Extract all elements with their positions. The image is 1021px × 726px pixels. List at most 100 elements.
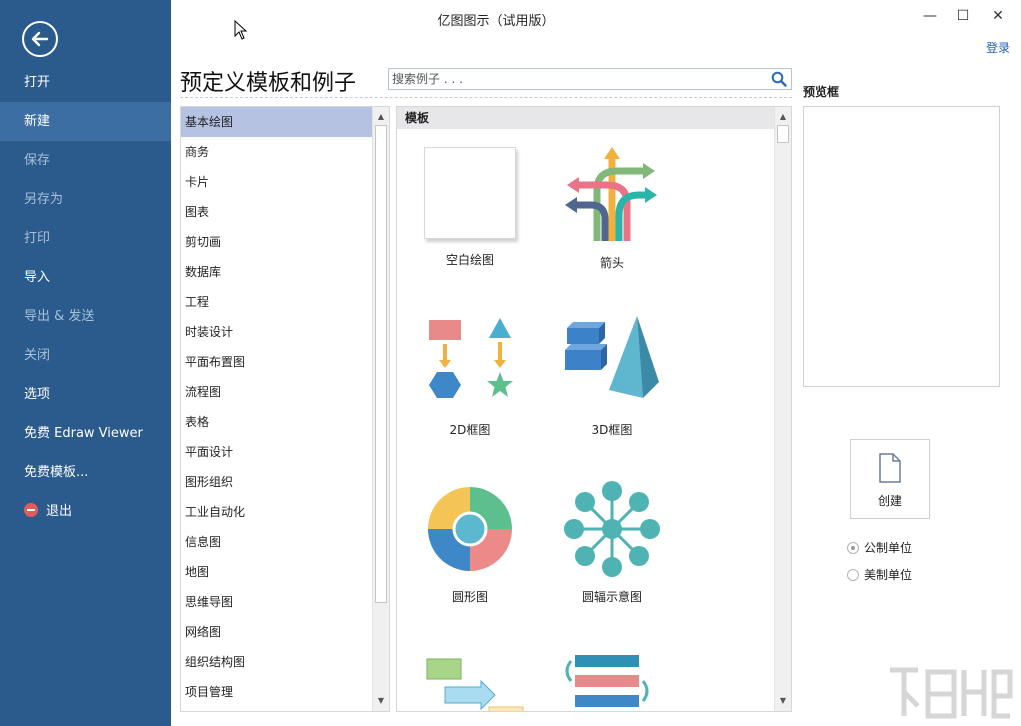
category-item[interactable]: 信息图 [181, 527, 373, 557]
radial-diagram-icon [547, 479, 677, 579]
menu-import-label: 导入 [24, 270, 50, 285]
scroll-thumb[interactable] [777, 125, 789, 143]
template-scrollbar[interactable]: ▲ ▼ [774, 107, 791, 711]
close-button[interactable]: ✕ [985, 6, 1011, 26]
template-label: 2D框图 [405, 421, 535, 438]
scroll-down-icon[interactable]: ▼ [775, 693, 791, 709]
menu-open-label: 打开 [24, 75, 50, 90]
category-item[interactable]: 表格 [181, 407, 373, 437]
login-link[interactable]: 登录 [986, 39, 1010, 56]
exit-icon [24, 503, 38, 517]
template-header: 模板 [397, 107, 775, 129]
template-arrows[interactable]: 箭头 [547, 145, 677, 271]
circular-diagram-icon [405, 479, 535, 579]
metric-units-label: 公制单位 [864, 541, 912, 555]
create-label: 创建 [851, 492, 929, 509]
radio-unchecked-icon[interactable] [847, 569, 859, 581]
menu-import[interactable]: 导入 [0, 258, 171, 297]
menu-close-label: 关闭 [24, 348, 50, 363]
category-item[interactable]: 基本绘图 [181, 107, 373, 137]
3d-block-diagram-icon [547, 312, 677, 412]
menu-close[interactable]: 关闭 [0, 336, 171, 375]
category-scrollbar[interactable]: ▲ ▼ [372, 107, 389, 711]
menu-save-as[interactable]: 另存为 [0, 180, 171, 219]
menu-exit[interactable]: 退出 [0, 492, 171, 531]
category-item[interactable]: 数据库 [181, 257, 373, 287]
template-list-block[interactable] [547, 647, 677, 712]
menu-export-send[interactable]: 导出 & 发送 [0, 297, 171, 336]
category-item[interactable]: 平面设计 [181, 437, 373, 467]
category-item[interactable]: 工业自动化 [181, 497, 373, 527]
create-button[interactable]: 创建 [850, 439, 930, 519]
category-item[interactable]: 流程图 [181, 377, 373, 407]
category-item[interactable]: 网络图 [181, 617, 373, 647]
template-flow-block[interactable] [405, 647, 535, 712]
category-list: 基本绘图 商务 卡片 图表 剪切画 数据库 工程 时装设计 平面布置图 流程图 … [180, 106, 390, 712]
template-label: 3D框图 [547, 421, 677, 438]
category-item[interactable]: 思维导图 [181, 587, 373, 617]
menu-save-as-label: 另存为 [24, 192, 63, 207]
backstage-menu: 打开 新建 保存 另存为 打印 导入 导出 & 发送 关闭 选项 免费 Edra… [0, 63, 171, 531]
mouse-cursor-icon [234, 20, 248, 40]
search-box [388, 68, 792, 90]
category-item[interactable]: 地图 [181, 557, 373, 587]
menu-new-label: 新建 [24, 114, 50, 129]
category-item[interactable]: 商务 [181, 137, 373, 167]
template-3d-block[interactable]: 3D框图 [547, 312, 677, 438]
menu-print[interactable]: 打印 [0, 219, 171, 258]
template-circular[interactable]: 圆形图 [405, 479, 535, 605]
us-units-label: 美制单位 [864, 568, 912, 582]
search-input[interactable] [389, 69, 759, 89]
template-blank[interactable]: 空白绘图 [405, 145, 535, 268]
template-radial[interactable]: 圆辐示意图 [547, 479, 677, 605]
menu-open[interactable]: 打开 [0, 63, 171, 102]
us-units-option[interactable]: 美制单位 [847, 566, 912, 583]
menu-export-send-label: 导出 & 发送 [24, 309, 94, 324]
preview-box [803, 106, 1000, 387]
category-item[interactable]: 剪切画 [181, 227, 373, 257]
blank-drawing-icon [405, 145, 535, 245]
menu-print-label: 打印 [24, 231, 50, 246]
category-item[interactable]: 组织结构图 [181, 647, 373, 677]
menu-exit-label: 退出 [46, 504, 72, 519]
menu-save-label: 保存 [24, 153, 50, 168]
title-bar: 亿图图示（试用版） — ☐ ✕ [171, 0, 1021, 36]
scroll-down-icon[interactable]: ▼ [373, 693, 389, 709]
radio-checked-icon[interactable] [847, 542, 859, 554]
list-block-icon [547, 647, 677, 712]
2d-block-diagram-icon [405, 312, 535, 412]
page-title: 预定义模板和例子 [180, 65, 356, 97]
menu-options-label: 选项 [24, 387, 50, 402]
search-icon[interactable] [771, 71, 787, 87]
scroll-up-icon[interactable]: ▲ [775, 109, 791, 125]
maximize-button[interactable]: ☐ [950, 6, 976, 26]
template-label: 圆形图 [405, 588, 535, 605]
menu-options[interactable]: 选项 [0, 375, 171, 414]
menu-free-templates-label: 免费模板... [24, 465, 88, 480]
scroll-up-icon[interactable]: ▲ [373, 109, 389, 125]
back-button[interactable] [22, 21, 58, 57]
metric-units-option[interactable]: 公制单位 [847, 539, 912, 556]
watermark-logo-icon [884, 662, 1014, 722]
template-label: 圆辐示意图 [547, 588, 677, 605]
window-title: 亿图图示（试用版） [171, 10, 821, 29]
category-item[interactable]: 平面布置图 [181, 347, 373, 377]
category-item[interactable]: 时装设计 [181, 317, 373, 347]
category-item[interactable]: 卡片 [181, 167, 373, 197]
template-label: 空白绘图 [405, 251, 535, 268]
category-item[interactable]: 图形组织 [181, 467, 373, 497]
menu-free-templates[interactable]: 免费模板... [0, 453, 171, 492]
menu-save[interactable]: 保存 [0, 141, 171, 180]
backstage-sidebar: 打开 新建 保存 另存为 打印 导入 导出 & 发送 关闭 选项 免费 Edra… [0, 0, 171, 726]
category-item[interactable]: 工程 [181, 287, 373, 317]
category-item[interactable]: 项目管理 [181, 677, 373, 707]
header-divider [180, 97, 792, 98]
scroll-thumb[interactable] [375, 125, 387, 603]
menu-free-viewer[interactable]: 免费 Edraw Viewer [0, 414, 171, 453]
category-item[interactable]: 图表 [181, 197, 373, 227]
flow-block-icon [405, 647, 535, 712]
template-2d-block[interactable]: 2D框图 [405, 312, 535, 438]
minimize-button[interactable]: — [917, 6, 943, 26]
menu-new[interactable]: 新建 [0, 102, 171, 141]
template-label: 箭头 [547, 254, 677, 271]
